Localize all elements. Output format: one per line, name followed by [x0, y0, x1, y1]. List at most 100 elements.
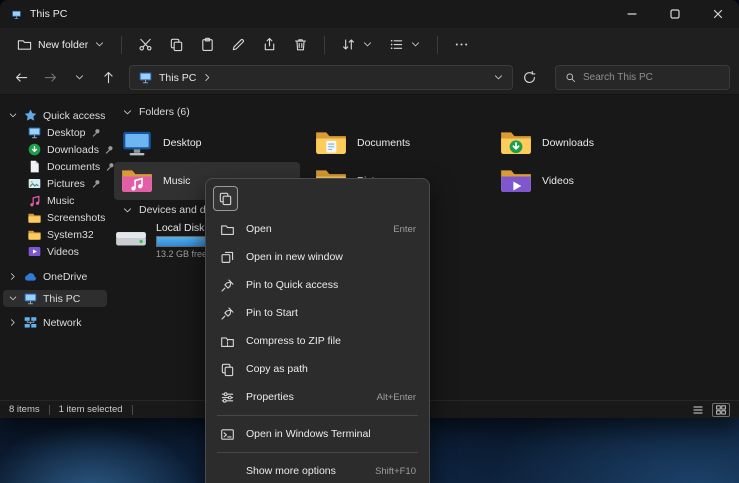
sidebar-item-label: This PC	[43, 293, 80, 305]
sidebar-item-onedrive[interactable]: OneDrive	[3, 268, 107, 285]
chevron-right-icon	[8, 271, 18, 282]
context-menu-item-open[interactable]: Open Enter	[210, 215, 425, 243]
rename-icon	[231, 37, 246, 52]
menu-item-label: Copy as path	[246, 363, 308, 375]
sidebar-item-screenshots[interactable]: Screenshots	[3, 209, 107, 226]
context-menu-item-properties[interactable]: Properties Alt+Enter	[210, 383, 425, 411]
refresh-button[interactable]	[517, 65, 542, 90]
maximize-button[interactable]	[653, 0, 696, 28]
window-controls	[610, 0, 739, 28]
up-button[interactable]	[96, 65, 121, 90]
folder-tile-label: Music	[163, 175, 190, 187]
folder-tile-label: Videos	[542, 175, 574, 187]
status-separator	[132, 405, 133, 415]
sidebar-item-desktop[interactable]: Desktop	[3, 124, 107, 141]
folder-tile-downloads[interactable]: Downloads	[493, 124, 679, 162]
sidebar-item-videos[interactable]: Videos	[3, 243, 107, 260]
recent-locations-button[interactable]	[67, 65, 92, 90]
toolbar-separator	[437, 36, 438, 54]
pictures-icon	[27, 176, 42, 191]
forward-icon	[43, 70, 58, 85]
more-options-button[interactable]	[447, 32, 476, 57]
address-dropdown[interactable]	[493, 72, 504, 83]
rename-button[interactable]	[224, 32, 253, 57]
folder-tile-videos[interactable]: Videos	[493, 162, 679, 200]
details-view-icon	[692, 404, 704, 416]
sidebar-item-pictures[interactable]: Pictures	[3, 175, 107, 192]
context-menu-item-copy-as-path[interactable]: Copy as path	[210, 355, 425, 383]
folder-icon	[27, 227, 42, 242]
new-folder-icon	[17, 37, 32, 52]
chevron-down-icon	[8, 110, 18, 121]
minimize-button[interactable]	[610, 0, 653, 28]
sidebar-item-this-pc[interactable]: This PC	[3, 290, 107, 307]
documents-folder-icon	[314, 127, 348, 159]
folders-section-header[interactable]: Folders (6)	[122, 106, 190, 118]
context-menu-item-show-more-options[interactable]: Show more options Shift+F10	[210, 457, 425, 483]
menu-item-label: Open in new window	[246, 251, 343, 263]
cut-button[interactable]	[131, 32, 160, 57]
sidebar-item-label: System32	[47, 229, 94, 241]
folder-tile-documents[interactable]: Documents	[308, 124, 494, 162]
item-count: 8 items	[9, 404, 40, 415]
context-menu-item-compress-zip[interactable]: Compress to ZIP file	[210, 327, 425, 355]
context-menu-icon-strip	[210, 183, 425, 213]
sidebar-item-music[interactable]: Music	[3, 192, 107, 209]
context-menu-item-open-windows-terminal[interactable]: Open in Windows Terminal	[210, 420, 425, 448]
sidebar-item-quick-access[interactable]: Quick access	[3, 107, 107, 124]
share-button[interactable]	[255, 32, 284, 57]
folder-tile-desktop[interactable]: Desktop	[114, 124, 300, 162]
copy-icon	[218, 191, 233, 206]
this-pc-icon	[138, 70, 153, 85]
up-icon	[101, 70, 116, 85]
folder-tile-label: Documents	[357, 137, 410, 149]
delete-button[interactable]	[286, 32, 315, 57]
pin-icon	[219, 306, 235, 321]
menu-item-shortcut: Shift+F10	[375, 466, 416, 477]
copy-strip-button[interactable]	[213, 186, 238, 211]
forward-button[interactable]	[38, 65, 63, 90]
search-input[interactable]	[583, 72, 720, 83]
context-menu-separator	[217, 452, 418, 453]
large-icons-view-button[interactable]	[712, 403, 730, 417]
context-menu-item-open-new-window[interactable]: Open in new window	[210, 243, 425, 271]
toolbar-separator	[324, 36, 325, 54]
paste-button[interactable]	[193, 32, 222, 57]
address-bar[interactable]: This PC	[129, 65, 513, 90]
sidebar-item-downloads[interactable]: Downloads	[3, 141, 107, 158]
large-icons-view-icon	[715, 404, 727, 416]
desktop-folder-icon	[120, 127, 154, 159]
sidebar-item-network[interactable]: Network	[3, 314, 107, 331]
sidebar-item-label: Videos	[47, 246, 79, 258]
view-button[interactable]	[382, 32, 428, 57]
new-folder-button[interactable]: New folder	[10, 32, 112, 57]
sort-icon	[341, 37, 356, 52]
sidebar-item-label: Downloads	[47, 144, 99, 156]
breadcrumb[interactable]: This PC	[159, 72, 196, 84]
details-view-button[interactable]	[689, 403, 707, 417]
copy-button[interactable]	[162, 32, 191, 57]
menu-item-label: Open in Windows Terminal	[246, 428, 371, 440]
properties-icon	[219, 390, 235, 405]
sidebar-item-documents[interactable]: Documents	[3, 158, 107, 175]
context-menu-item-pin-quick-access[interactable]: Pin to Quick access	[210, 271, 425, 299]
sidebar-item-system32[interactable]: System32	[3, 226, 107, 243]
selection-count: 1 item selected	[59, 404, 123, 415]
chevron-down-icon	[74, 72, 85, 83]
context-menu-item-pin-to-start[interactable]: Pin to Start	[210, 299, 425, 327]
search-box[interactable]	[555, 65, 730, 90]
desktop-icon	[27, 125, 42, 140]
maximize-icon	[670, 9, 680, 19]
view-icon	[389, 37, 404, 52]
music-icon	[27, 193, 42, 208]
chevron-down-icon	[122, 107, 133, 118]
hard-drive-icon	[114, 222, 148, 254]
sort-button[interactable]	[334, 32, 380, 57]
downloads-folder-icon	[499, 127, 533, 159]
command-toolbar: New folder	[0, 28, 739, 61]
cut-icon	[138, 37, 153, 52]
back-button[interactable]	[9, 65, 34, 90]
breadcrumb-chevron-icon[interactable]	[202, 72, 213, 83]
close-button[interactable]	[696, 0, 739, 28]
context-menu-separator	[217, 415, 418, 416]
